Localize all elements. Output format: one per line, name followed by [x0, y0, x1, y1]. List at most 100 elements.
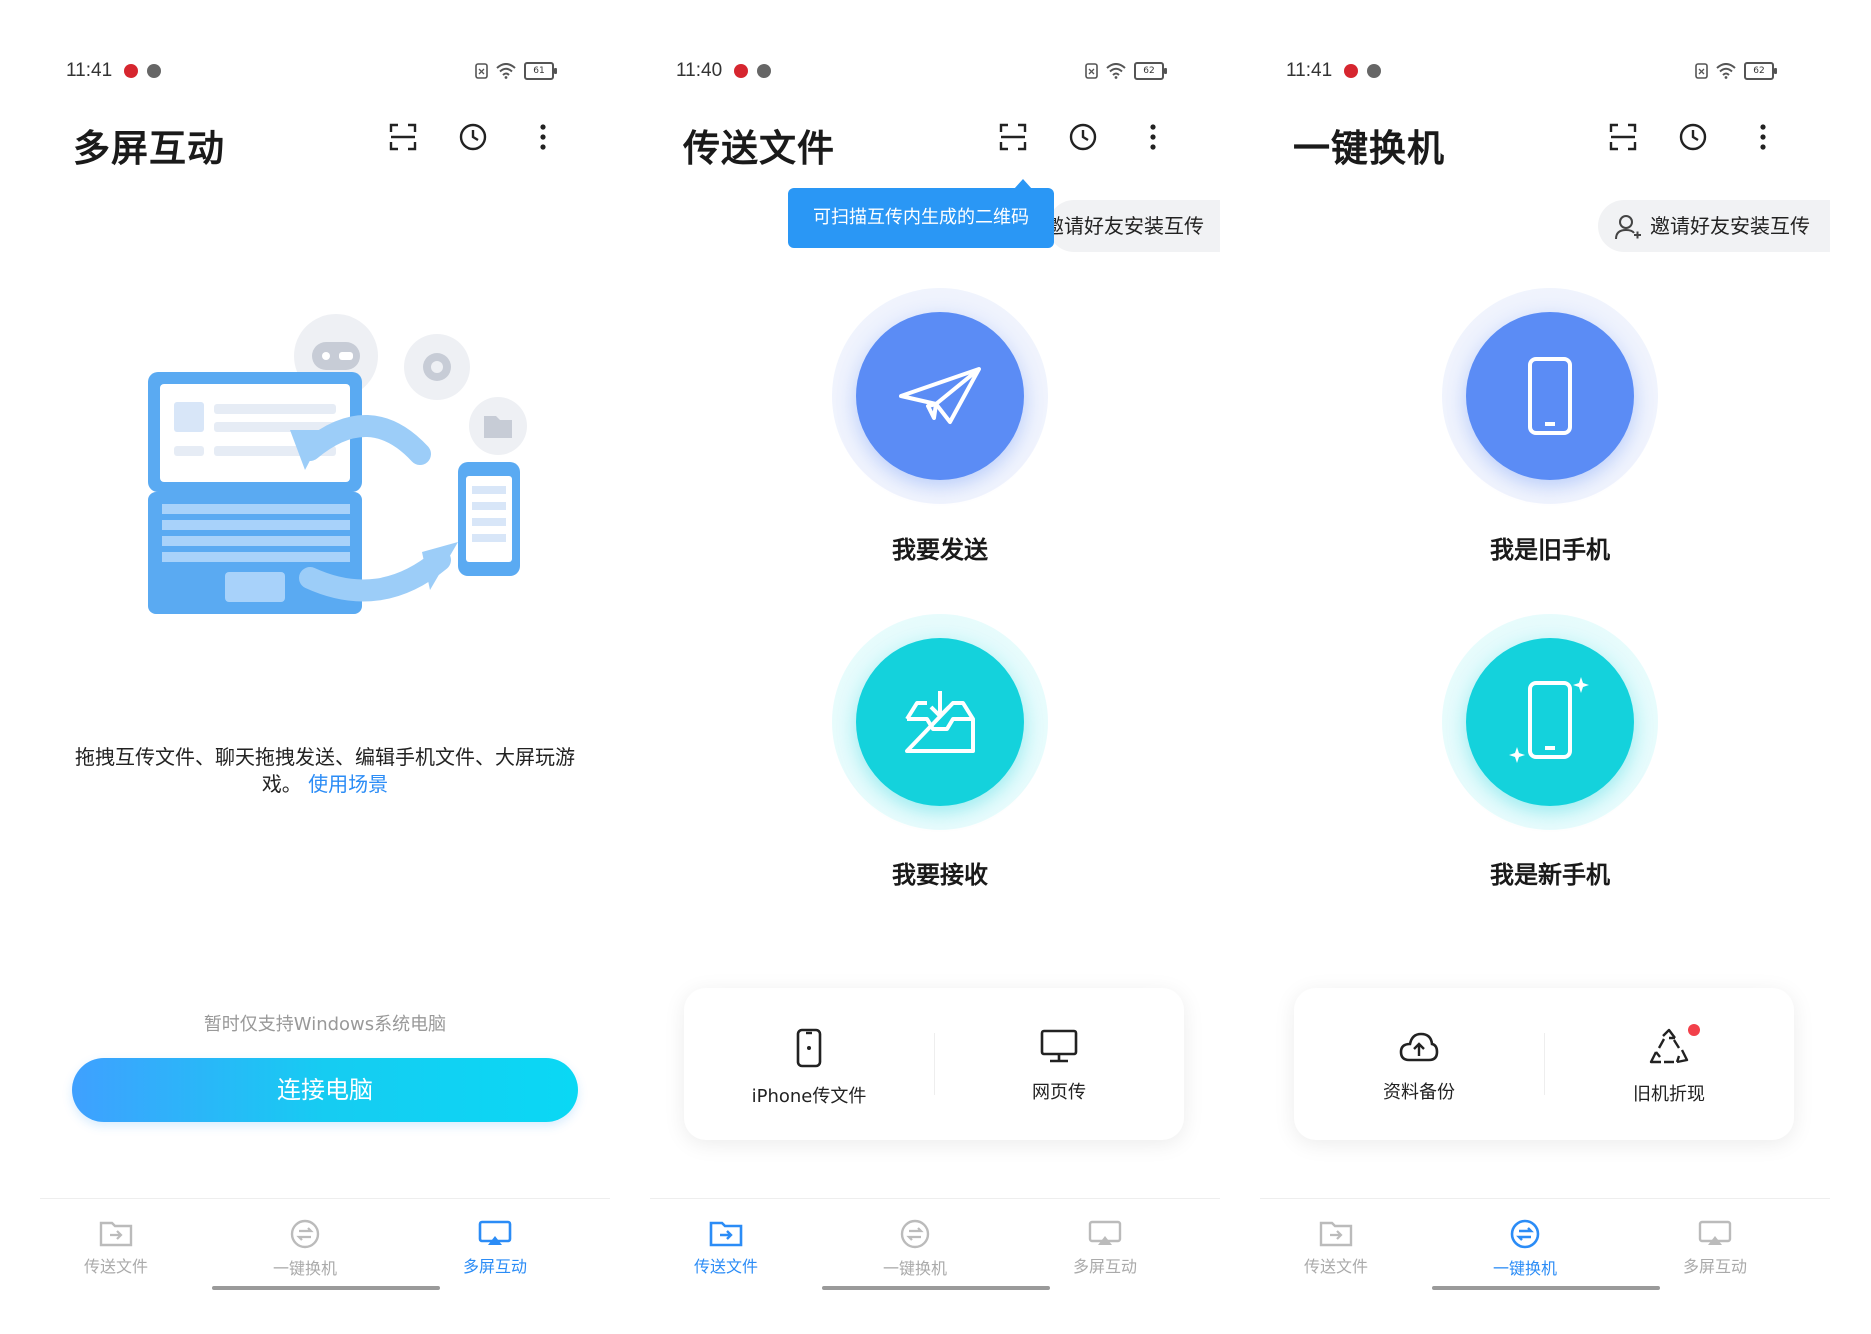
recycle-icon — [1649, 1028, 1689, 1064]
old-phone-button[interactable] — [1442, 288, 1658, 504]
switch-icon — [290, 1219, 320, 1249]
more-icon[interactable] — [528, 122, 558, 152]
trade-in-item[interactable]: 旧机折现 — [1544, 1024, 1794, 1106]
invite-friends-chip[interactable]: 邀请好友安装互传 — [1048, 200, 1220, 252]
history-icon[interactable] — [1678, 122, 1708, 152]
inbox-download-icon — [905, 691, 975, 753]
new-phone-sparkle-icon — [1509, 677, 1589, 763]
tab-multiscreen[interactable]: 多屏互动 — [1045, 1219, 1165, 1277]
history-icon[interactable] — [1068, 122, 1098, 152]
old-phone-circle — [1466, 312, 1634, 480]
status-time: 11:41 — [66, 60, 113, 81]
scan-icon[interactable] — [388, 122, 418, 152]
header-actions — [388, 122, 558, 152]
history-icon[interactable] — [458, 122, 488, 152]
notification-icon — [147, 64, 161, 78]
screen-cast-icon — [1698, 1220, 1732, 1245]
switch-icon — [1510, 1219, 1540, 1249]
card-label: 资料备份 — [1383, 1082, 1455, 1103]
description: 拖拽互传文件、聊天拖拽发送、编辑手机文件、大屏玩游戏。 使用场景 — [70, 744, 580, 798]
screen-cast-icon — [1088, 1220, 1122, 1245]
home-indicator — [212, 1286, 440, 1290]
notification-badge — [1688, 1024, 1700, 1036]
notification-icon — [757, 64, 771, 78]
more-options-card: 资料备份 旧机折现 — [1294, 988, 1794, 1140]
old-phone-label: 我是旧手机 — [1490, 536, 1610, 564]
tab-phone-switch[interactable]: 一键换机 — [1465, 1219, 1585, 1279]
home-indicator — [822, 1286, 1050, 1290]
header-actions — [998, 122, 1168, 152]
tab-multiscreen[interactable]: 多屏互动 — [435, 1219, 555, 1277]
invite-label: 邀请好友安装互传 — [1650, 214, 1810, 238]
more-options-card: iPhone传文件 网页传 — [684, 988, 1184, 1140]
sim-icon — [1085, 63, 1098, 79]
paper-plane-icon — [899, 367, 981, 424]
new-phone-label: 我是新手机 — [1490, 861, 1610, 889]
header-actions — [1608, 122, 1778, 152]
status-right: 62 — [1085, 62, 1167, 80]
folder-transfer-icon — [709, 1221, 743, 1247]
new-phone-button[interactable] — [1442, 614, 1658, 830]
tab-bar: 传送文件 一键换机 多屏互动 — [40, 1198, 610, 1299]
tab-bar: 传送文件 一键换机 多屏互动 — [650, 1198, 1220, 1299]
battery-icon: 61 — [524, 62, 557, 80]
invite-friends-chip[interactable]: 邀请好友安装互传 — [1598, 200, 1830, 252]
battery-icon: 62 — [1134, 62, 1167, 80]
folder-transfer-icon — [99, 1221, 133, 1247]
tab-label: 传送文件 — [83, 1257, 148, 1276]
sim-icon — [1695, 63, 1708, 79]
tab-label: 一键换机 — [882, 1259, 947, 1278]
send-button[interactable] — [832, 288, 1048, 504]
iphone-transfer-item[interactable]: iPhone传文件 — [684, 1028, 934, 1108]
tab-label: 一键换机 — [1492, 1259, 1557, 1278]
windows-note: 暂时仅支持Windows系统电脑 — [203, 1014, 447, 1035]
usage-scenario-link[interactable]: 使用场景 — [308, 772, 388, 796]
status-time: 11:41 — [1286, 60, 1333, 81]
card-label: 旧机折现 — [1633, 1084, 1705, 1105]
page-title: 多屏互动 — [73, 127, 225, 170]
card-label: iPhone传文件 — [751, 1086, 867, 1107]
send-circle — [856, 312, 1024, 480]
folder-transfer-icon — [1319, 1221, 1353, 1247]
notification-icon — [124, 64, 138, 78]
scan-icon[interactable] — [1608, 122, 1638, 152]
scan-tooltip[interactable]: 可扫描互传内生成的二维码 — [788, 179, 1054, 248]
notification-icon — [734, 64, 748, 78]
send-label: 我要发送 — [892, 536, 988, 564]
panel-phone-switch: 11:41 62 一键换机 邀请好友安装互传 我是旧手机 我是新手机 资料备份 — [1220, 0, 1871, 1334]
connect-pc-button[interactable]: 连接电脑 — [72, 1058, 578, 1122]
tab-transfer-files[interactable]: 传送文件 — [1276, 1219, 1396, 1277]
wifi-icon — [1106, 63, 1126, 79]
multiscreen-illustration — [148, 314, 527, 614]
more-icon[interactable] — [1748, 122, 1778, 152]
data-backup-item[interactable]: 资料备份 — [1294, 1028, 1544, 1104]
phone-icon — [1528, 357, 1572, 435]
tab-label: 多屏互动 — [462, 1257, 527, 1276]
status-time: 11:40 — [676, 60, 723, 81]
tab-transfer-files[interactable]: 传送文件 — [56, 1219, 176, 1277]
status-right: 61 — [475, 62, 557, 80]
scan-icon[interactable] — [998, 122, 1028, 152]
page-title: 传送文件 — [683, 127, 835, 170]
more-icon[interactable] — [1138, 122, 1168, 152]
wifi-icon — [496, 63, 516, 79]
tab-label: 传送文件 — [1303, 1257, 1368, 1276]
status-right: 62 — [1695, 62, 1777, 80]
new-phone-circle — [1466, 638, 1634, 806]
monitor-icon — [1040, 1029, 1078, 1063]
receive-button[interactable] — [832, 614, 1048, 830]
tab-label: 传送文件 — [693, 1257, 758, 1276]
receive-circle — [856, 638, 1024, 806]
web-transfer-item[interactable]: 网页传 — [934, 1028, 1184, 1104]
notification-icon — [1367, 64, 1381, 78]
tab-bar: 传送文件 一键换机 多屏互动 — [1260, 1198, 1830, 1299]
tab-transfer-files[interactable]: 传送文件 — [666, 1219, 786, 1277]
tab-multiscreen[interactable]: 多屏互动 — [1655, 1219, 1775, 1277]
panel-multiscreen: 11:41 61 多屏互动 拖拽互传文件、聊天拖拽发送、编辑手机文件、大屏玩游戏… — [0, 0, 610, 1334]
wifi-icon — [1716, 63, 1736, 79]
tab-phone-switch[interactable]: 一键换机 — [245, 1219, 365, 1279]
home-indicator — [1432, 1286, 1660, 1290]
tab-phone-switch[interactable]: 一键换机 — [855, 1219, 975, 1279]
receive-label: 我要接收 — [892, 861, 988, 889]
sim-icon — [475, 63, 488, 79]
